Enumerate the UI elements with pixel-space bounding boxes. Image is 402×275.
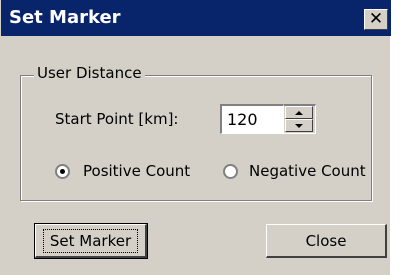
positive-count-label[interactable]: Positive Count: [83, 162, 190, 180]
user-distance-groupbox: [20, 75, 372, 201]
title-bar[interactable]: Set Marker ✕: [1, 0, 391, 36]
close-icon: ✕: [368, 9, 384, 29]
spin-down-button[interactable]: [285, 119, 313, 132]
arrow-down-icon: [295, 123, 303, 128]
close-window-button[interactable]: ✕: [364, 9, 388, 30]
groupbox-legend: User Distance: [34, 64, 145, 82]
set-marker-button-label: Set Marker: [42, 228, 139, 253]
set-marker-button[interactable]: Set Marker: [34, 223, 148, 259]
negative-count-radio[interactable]: [223, 164, 238, 179]
start-point-input[interactable]: 120: [220, 104, 284, 134]
arrow-up-icon: [295, 110, 303, 115]
set-marker-dialog: Set Marker ✕ User Distance Start Point […: [0, 0, 391, 275]
close-button[interactable]: Close: [266, 224, 387, 258]
positive-count-radio[interactable]: [55, 164, 70, 179]
close-button-label: Close: [305, 231, 347, 250]
window-title: Set Marker: [9, 7, 121, 28]
negative-count-label[interactable]: Negative Count: [249, 162, 366, 180]
start-point-spinner: [284, 104, 316, 134]
start-point-label: Start Point [km]:: [55, 110, 179, 128]
radio-selected-dot: [60, 169, 65, 174]
spin-up-button[interactable]: [285, 106, 313, 119]
